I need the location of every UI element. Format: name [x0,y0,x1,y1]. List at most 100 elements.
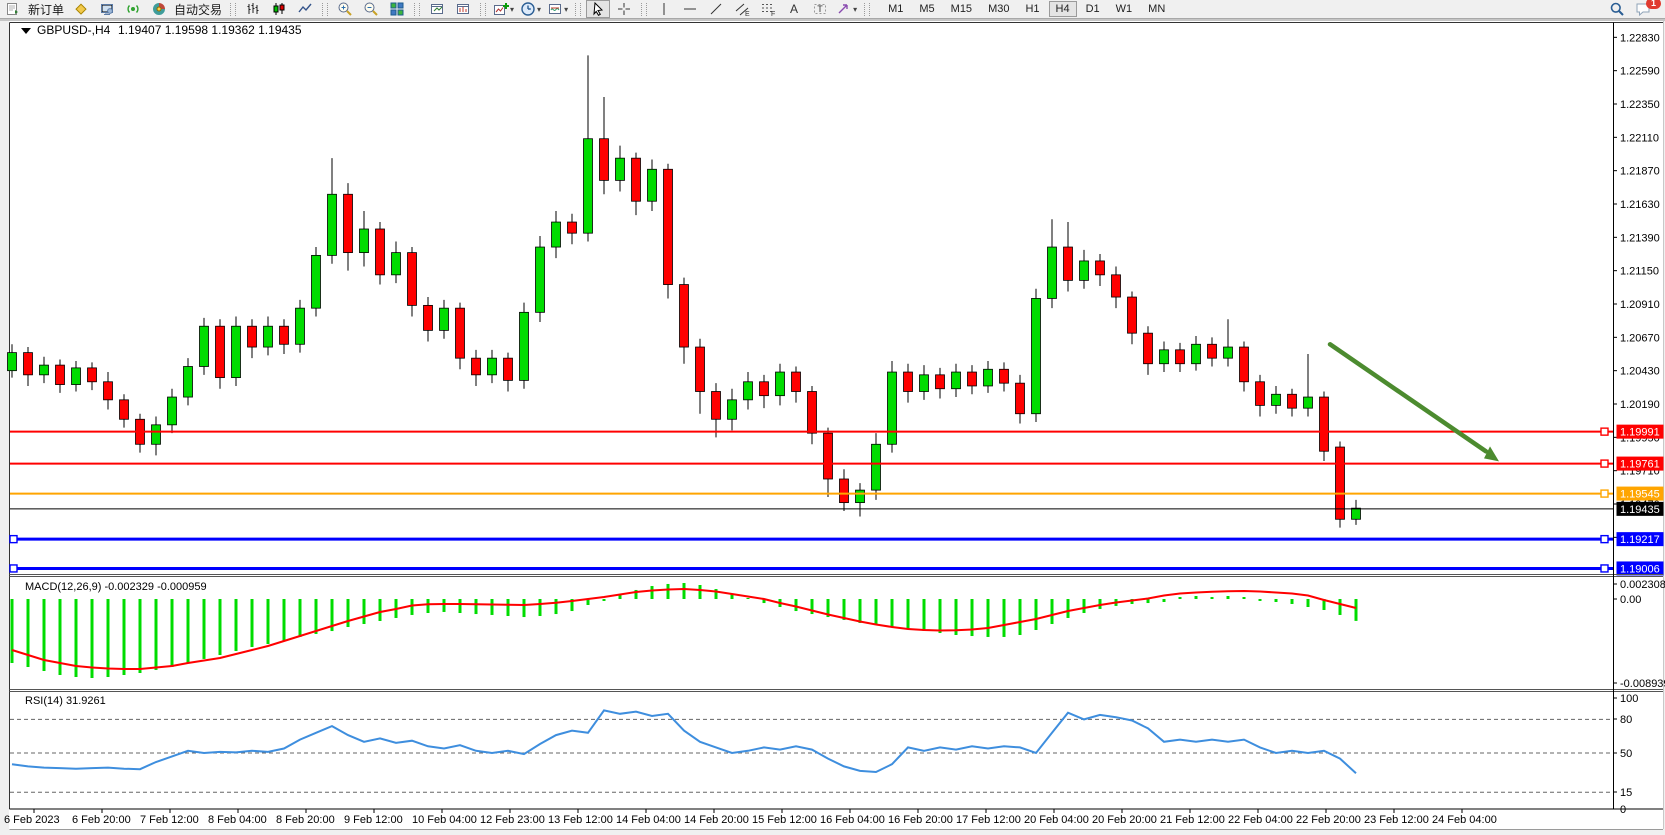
arrows-tool-button[interactable]: ▾ [834,0,859,18]
price-tick-label: 1.22830 [1620,32,1660,44]
price-label: 1.19991 [1620,427,1660,439]
candle-body [312,255,321,308]
candle-body [264,326,273,347]
timeframe-m15-button[interactable]: M15 [944,1,979,17]
rsi-tick-label: 0 [1620,804,1626,816]
text-tool-button[interactable]: A [782,0,806,18]
line-anchor[interactable] [1601,490,1608,497]
toolbar-separator [864,3,870,16]
search-button[interactable] [1605,0,1629,18]
line-anchor[interactable] [1601,536,1608,543]
candle-body [360,229,369,253]
candle-body [760,382,769,396]
timeframe-h1-button[interactable]: H1 [1018,1,1046,17]
symbols-button[interactable] [69,0,93,18]
candle-body [1032,298,1041,413]
candle-body [1352,508,1361,519]
chevron-down-icon[interactable]: ▾ [510,5,514,14]
indicators-button[interactable]: ▾ [491,0,516,18]
cursor-tool-button[interactable] [586,0,610,18]
bar-chart-button[interactable] [241,0,265,18]
text-label-tool-button[interactable]: T [808,0,832,18]
price-tick-label: 1.22110 [1620,132,1659,144]
chevron-down-icon[interactable]: ▾ [537,5,541,14]
signal-icon [125,1,141,17]
candle-body [392,253,401,275]
time-tick-label: 6 Feb 20:00 [72,814,131,826]
line-anchor[interactable] [10,536,17,543]
line-anchor[interactable] [1601,428,1608,435]
line-chart-icon [297,1,313,17]
timeframe-mn-button[interactable]: MN [1141,1,1172,17]
time-tick-label: 13 Feb 12:00 [548,814,613,826]
crosshair-tool-button[interactable] [612,0,636,18]
signal-button[interactable] [121,0,145,18]
timeframe-d1-button[interactable]: D1 [1079,1,1107,17]
zoom-in-button[interactable] [333,0,357,18]
timeframe-m5-button[interactable]: M5 [912,1,941,17]
tile-windows-icon [389,1,405,17]
line-anchor[interactable] [1601,460,1608,467]
tile-windows-button[interactable] [385,0,409,18]
candle-body [600,139,609,181]
arrange-windows-icon [429,1,445,17]
autotrading-label[interactable]: 自动交易 [174,1,222,18]
periods-button[interactable]: ▾ [518,0,543,18]
vertical-line-tool-button[interactable] [652,0,676,18]
candle-body [776,372,785,396]
macd-tick-label: -0.008939 [1620,678,1665,690]
toolbar-separator [641,3,647,16]
candle-body [648,169,657,201]
time-tick-label: 16 Feb 04:00 [820,814,885,826]
horizontal-line-tool-button[interactable] [678,0,702,18]
cascade-windows-button[interactable] [451,0,475,18]
candlestick-chart-button[interactable] [267,0,291,18]
timeframe-m1-button[interactable]: M1 [881,1,910,17]
price-tick-label: 1.22590 [1620,66,1660,78]
vertical-line-icon [656,1,672,17]
autotrading-button[interactable] [147,0,171,18]
text-label-icon: T [812,1,828,17]
new-order-button[interactable] [1,0,25,18]
arrange-windows-button[interactable] [425,0,449,18]
trendline-tool-button[interactable] [704,0,728,18]
candle-body [344,194,353,252]
timeframe-m30-button[interactable]: M30 [981,1,1016,17]
chevron-down-icon[interactable]: ▾ [853,5,857,14]
candle-body [328,194,337,255]
price-tick-label: 1.20670 [1620,332,1660,344]
candle-body [920,375,929,392]
chevron-down-icon[interactable]: ▾ [564,5,568,14]
price-tick-label: 1.20910 [1620,299,1660,311]
line-anchor[interactable] [10,565,17,572]
timeframe-w1-button[interactable]: W1 [1109,1,1140,17]
line-anchor[interactable] [1601,565,1608,572]
svg-text:T: T [817,4,823,14]
candle-body [472,358,481,375]
time-tick-label: 23 Feb 12:00 [1364,814,1429,826]
text-icon: A [786,1,802,17]
candle-body [248,326,257,347]
price-tick-label: 1.20430 [1620,366,1660,378]
candle-body [296,308,305,344]
zoom-out-button[interactable] [359,0,383,18]
toolbar-separator [414,3,420,16]
fibonacci-tool-button[interactable]: F [756,0,780,18]
chart-title: GBPUSD-,H4 [37,23,111,37]
candle-body [424,305,433,330]
candle-body [632,158,641,201]
candle-body [1224,347,1233,358]
periods-icon [520,1,536,17]
templates-button[interactable]: ▾ [545,0,570,18]
new-order-label[interactable]: 新订单 [28,1,64,18]
candle-body [1016,383,1025,414]
equidistant-channel-tool-button[interactable]: E [730,0,754,18]
notifications-button[interactable]: 1 [1631,0,1655,18]
terminal-button[interactable] [95,0,119,18]
line-chart-button[interactable] [293,0,317,18]
candle-body [1240,347,1249,382]
candle-body [1048,247,1057,298]
time-tick-label: 21 Feb 12:00 [1160,814,1225,826]
bar-chart-icon [245,1,261,17]
timeframe-h4-button[interactable]: H4 [1049,1,1077,17]
